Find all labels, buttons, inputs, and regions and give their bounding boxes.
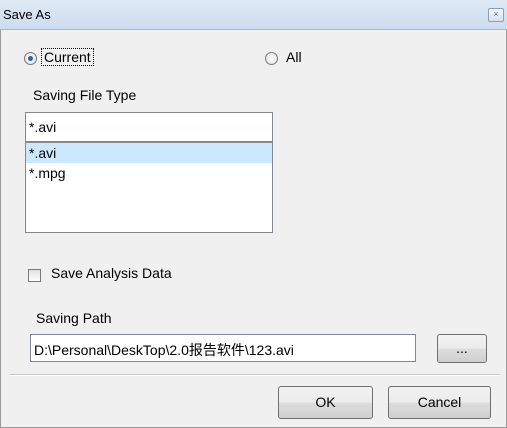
saving-path-value: D:\Personal\DeskTop\2.0报告软件\123.avi [34, 342, 294, 358]
close-icon[interactable]: × [488, 8, 504, 22]
save-analysis-checkbox[interactable] [28, 269, 41, 282]
save-analysis-label[interactable]: Save Analysis Data [51, 265, 172, 281]
file-type-value: *.avi [29, 119, 57, 135]
list-item-avi[interactable]: *.avi [26, 143, 272, 163]
window-title: Save As [3, 7, 51, 22]
current-radio-label[interactable]: Current [41, 48, 94, 66]
dialog-body: Current All Saving File Type *.avi *.avi… [0, 30, 507, 428]
current-radio[interactable] [24, 52, 37, 65]
browse-button[interactable]: ... [437, 334, 487, 363]
saving-path-label: Saving Path [36, 310, 112, 326]
ok-button[interactable]: OK [278, 386, 373, 419]
cancel-button[interactable]: Cancel [388, 386, 491, 419]
file-type-field[interactable]: *.avi [25, 112, 273, 142]
title-bar: Save As × [0, 0, 507, 30]
file-type-label: Saving File Type [33, 87, 137, 103]
all-radio[interactable] [265, 52, 278, 65]
list-item-mpg[interactable]: *.mpg [26, 163, 272, 183]
file-type-list[interactable]: *.avi *.mpg [25, 142, 273, 233]
separator [9, 374, 500, 376]
all-radio-label[interactable]: All [286, 49, 302, 65]
saving-path-input[interactable]: D:\Personal\DeskTop\2.0报告软件\123.avi [30, 334, 416, 362]
